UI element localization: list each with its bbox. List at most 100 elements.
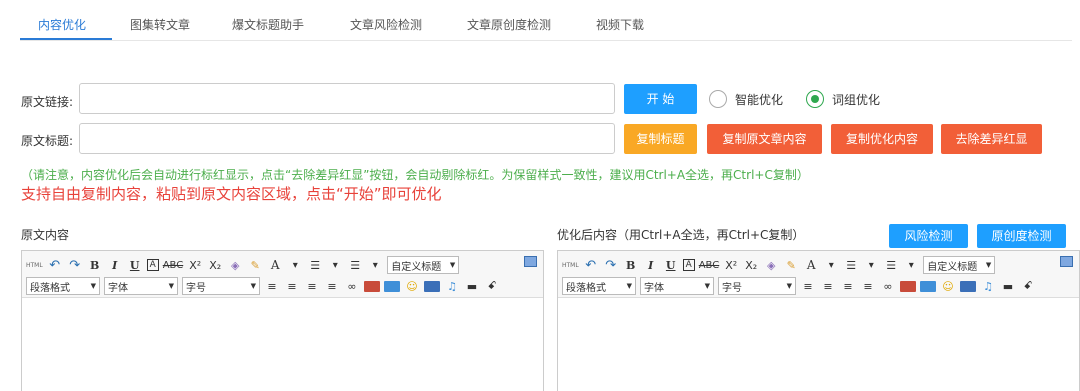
url-input[interactable] [79, 83, 615, 114]
search-replace-icon[interactable]: ꗃ [484, 277, 500, 295]
undo-icon[interactable]: ↶ [583, 256, 599, 274]
custom-heading-label: 自定义标题 [927, 261, 978, 273]
image-icon[interactable] [364, 280, 380, 292]
chevron-down-icon: ▼ [449, 261, 456, 269]
superscript-icon[interactable]: X² [187, 256, 203, 274]
tab-originality-detection[interactable]: 文章原创度检测 [467, 16, 551, 33]
tab-hot-title-assistant[interactable]: 爆文标题助手 [232, 16, 304, 33]
remove-diff-button[interactable]: 去除差异红显 [941, 124, 1042, 154]
font-color-icon[interactable]: A [803, 256, 819, 274]
original-content-editor[interactable]: HTML ↶ ↷ B I U A ABC X² X₂ ◈ ✎ A ▾ ☰ ▾ ☰… [21, 250, 544, 391]
print-icon[interactable]: ▬ [464, 277, 480, 295]
align-justify-icon[interactable]: ≡ [860, 277, 876, 295]
align-center-icon[interactable]: ≡ [820, 277, 836, 295]
fullscreen-icon[interactable] [524, 256, 537, 267]
eraser-icon[interactable]: ◈ [227, 256, 243, 274]
italic-icon[interactable]: I [107, 256, 123, 274]
tab-risk-detection[interactable]: 文章风险检测 [350, 16, 422, 33]
align-justify-icon[interactable]: ≡ [324, 277, 340, 295]
video-icon[interactable] [960, 280, 976, 292]
emoji-icon[interactable]: ☺ [404, 277, 420, 295]
eraser-icon[interactable]: ◈ [763, 256, 779, 274]
unordered-list-icon[interactable]: ☰ [883, 256, 899, 274]
redo-icon[interactable]: ↷ [67, 256, 83, 274]
subscript-icon[interactable]: X₂ [743, 256, 759, 274]
align-center-icon[interactable]: ≡ [284, 277, 300, 295]
radio-smart-optimize[interactable]: 智能优化 [709, 88, 783, 110]
italic-icon[interactable]: I [643, 256, 659, 274]
start-button[interactable]: 开 始 [624, 84, 697, 114]
risk-check-button[interactable]: 风险检测 [889, 224, 968, 248]
bold-icon[interactable]: B [623, 256, 639, 274]
copy-title-button[interactable]: 复制标题 [624, 124, 697, 154]
custom-heading-select[interactable]: 自定义标题 ▼ [387, 256, 460, 274]
align-left-icon[interactable]: ≡ [264, 277, 280, 295]
multi-image-icon[interactable] [920, 280, 936, 292]
caret-icon[interactable]: ▾ [863, 256, 879, 274]
strikethrough-icon[interactable]: ABC [699, 256, 720, 274]
align-left-icon[interactable]: ≡ [800, 277, 816, 295]
underline-icon[interactable]: U [127, 256, 143, 274]
copy-optimized-button[interactable]: 复制优化内容 [831, 124, 933, 154]
redo-icon[interactable]: ↷ [603, 256, 619, 274]
search-replace-icon[interactable]: ꗃ [1020, 277, 1036, 295]
caret-icon[interactable]: ▾ [327, 256, 343, 274]
unordered-list-icon[interactable]: ☰ [347, 256, 363, 274]
radio-word-circle[interactable] [806, 90, 824, 108]
ordered-list-icon[interactable]: ☰ [307, 256, 323, 274]
strikethrough-icon[interactable]: ABC [163, 256, 184, 274]
print-icon[interactable]: ▬ [1000, 277, 1016, 295]
chevron-down-icon: ▼ [626, 282, 632, 290]
border-icon[interactable]: A [146, 259, 159, 271]
tab-video-download[interactable]: 视频下载 [596, 16, 644, 33]
editor-toolbar: HTML ↶ ↷ B I U A ABC X² X₂ ◈ ✎ A ▾ ☰ ▾ ☰… [558, 251, 1079, 298]
paragraph-format-select[interactable]: 段落格式 ▼ [562, 277, 636, 295]
custom-heading-label: 自定义标题 [391, 261, 442, 273]
font-color-icon[interactable]: A [267, 256, 283, 274]
image-icon[interactable] [900, 280, 916, 292]
radio-word-optimize[interactable]: 词组优化 [806, 88, 880, 110]
fullscreen-icon[interactable] [1060, 256, 1073, 267]
custom-heading-select[interactable]: 自定义标题 ▼ [923, 256, 996, 274]
music-icon[interactable]: ♫ [444, 277, 460, 295]
caret-icon[interactable]: ▾ [823, 256, 839, 274]
video-icon[interactable] [424, 280, 440, 292]
bold-icon[interactable]: B [87, 256, 103, 274]
tab-bar: 内容优化 图集转文章 爆文标题助手 文章风险检测 文章原创度检测 视频下载 [20, 0, 1072, 41]
paragraph-format-label: 段落格式 [30, 282, 70, 294]
originality-check-button[interactable]: 原创度检测 [977, 224, 1066, 248]
tab-gallery-to-article[interactable]: 图集转文章 [130, 16, 190, 33]
underline-icon[interactable]: U [663, 256, 679, 274]
copy-original-button[interactable]: 复制原文章内容 [707, 124, 822, 154]
caret-icon[interactable]: ▾ [287, 256, 303, 274]
caret-icon[interactable]: ▾ [903, 256, 919, 274]
paragraph-format-label: 段落格式 [566, 282, 606, 294]
caret-icon[interactable]: ▾ [367, 256, 383, 274]
font-size-label: 字号 [186, 282, 206, 294]
undo-icon[interactable]: ↶ [47, 256, 63, 274]
radio-smart-circle[interactable] [709, 90, 727, 108]
font-size-select[interactable]: 字号 ▼ [182, 277, 260, 295]
link-icon[interactable]: ∞ [344, 277, 360, 295]
html-source-icon[interactable]: HTML [562, 256, 579, 274]
emoji-icon[interactable]: ☺ [940, 277, 956, 295]
align-right-icon[interactable]: ≡ [304, 277, 320, 295]
multi-image-icon[interactable] [384, 280, 400, 292]
optimized-content-editor[interactable]: HTML ↶ ↷ B I U A ABC X² X₂ ◈ ✎ A ▾ ☰ ▾ ☰… [557, 250, 1080, 391]
title-input[interactable] [79, 123, 615, 154]
border-icon[interactable]: A [682, 259, 695, 271]
font-family-select[interactable]: 字体 ▼ [104, 277, 178, 295]
font-family-select[interactable]: 字体 ▼ [640, 277, 714, 295]
superscript-icon[interactable]: X² [723, 256, 739, 274]
link-icon[interactable]: ∞ [880, 277, 896, 295]
html-source-icon[interactable]: HTML [26, 256, 43, 274]
paragraph-format-select[interactable]: 段落格式 ▼ [26, 277, 100, 295]
format-brush-icon[interactable]: ✎ [247, 256, 263, 274]
ordered-list-icon[interactable]: ☰ [843, 256, 859, 274]
font-size-select[interactable]: 字号 ▼ [718, 277, 796, 295]
format-brush-icon[interactable]: ✎ [783, 256, 799, 274]
subscript-icon[interactable]: X₂ [207, 256, 223, 274]
align-right-icon[interactable]: ≡ [840, 277, 856, 295]
music-icon[interactable]: ♫ [980, 277, 996, 295]
tab-content-optimize[interactable]: 内容优化 [38, 16, 86, 33]
